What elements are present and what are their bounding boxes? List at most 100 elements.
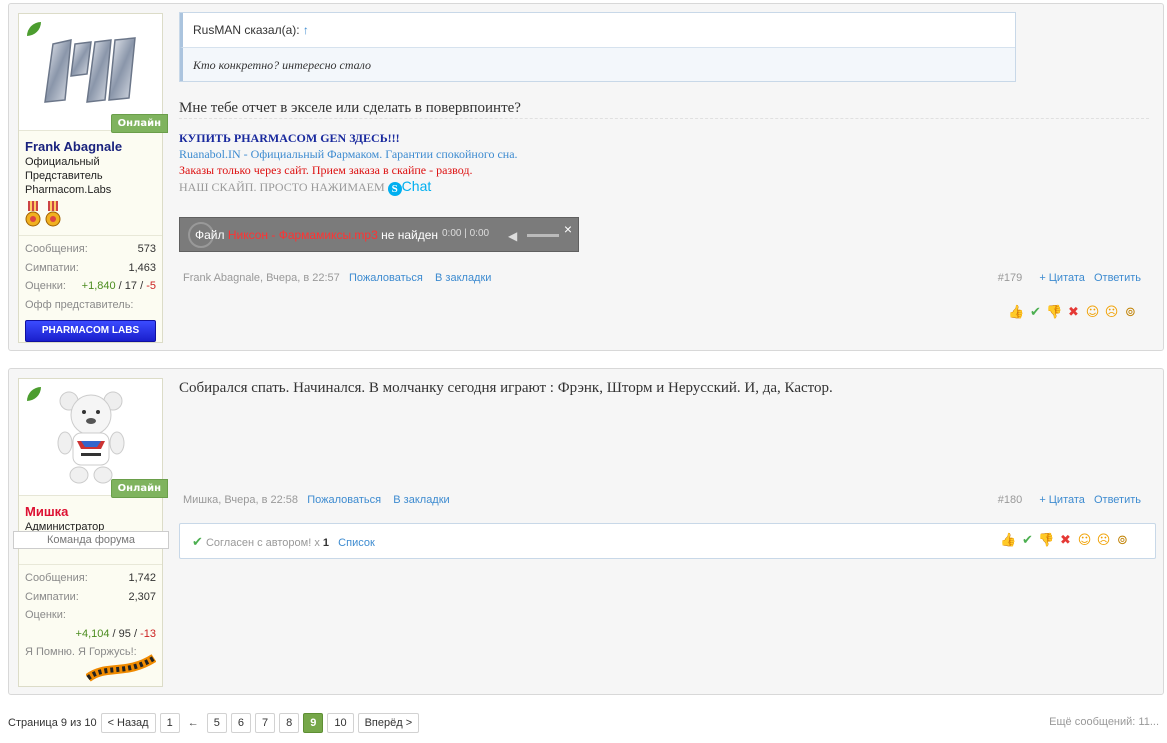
page-link[interactable]: 7 — [254, 713, 276, 733]
sad-icon[interactable]: ☹ — [1103, 304, 1120, 321]
rating-positive: +1,840 — [81, 280, 116, 292]
audio-player[interactable]: Файл Никсон - Фармамиксы.mp3 не найден 0… — [179, 217, 579, 252]
page-jump-icon[interactable]: ← — [184, 717, 203, 729]
online-badge: Онлайн — [110, 479, 168, 498]
user-stats: Сообщения: 573 Симпатии: 1,463 Оценки: +1,… — [19, 235, 162, 314]
reply-button[interactable]: Ответить — [1094, 272, 1141, 284]
corner-icon — [27, 22, 41, 36]
stat-label: Сообщения: — [25, 572, 88, 584]
signature-divider — [179, 118, 1149, 119]
post-number-link[interactable]: #179 — [998, 272, 1022, 284]
skype-icon[interactable]: S — [387, 182, 402, 196]
medals — [19, 197, 162, 229]
post-179: Онлайн Frank Abagnale Официальный Предст… — [8, 3, 1164, 351]
player-filename: Никсон - Фармамиксы.mp3 — [227, 228, 378, 242]
check-icon[interactable]: ✔ — [1027, 304, 1044, 321]
username[interactable]: Frank Abagnale — [19, 131, 162, 154]
likes-list-link[interactable]: Список — [338, 537, 375, 549]
quote-header: RusMAN сказал(а): ↑ — [180, 13, 1015, 47]
signature-buy-link[interactable]: КУПИТЬ PHARMACOM GEN ЗДЕСЬ!!! — [179, 130, 518, 146]
bookmark-link[interactable]: В закладки — [393, 494, 449, 506]
medal-rate-icon[interactable]: ⊚ — [1122, 304, 1139, 321]
stat-label: Оценки: — [25, 609, 66, 621]
message-text: Мне тебе отчет в экселе или сделать в по… — [179, 100, 521, 116]
prev-page-button[interactable]: < Назад — [100, 713, 156, 733]
avatar[interactable]: Онлайн — [19, 379, 168, 498]
bookmark-link[interactable]: В закладки — [435, 272, 491, 284]
message-area: RusMAN сказал(а): ↑ Кто конкретно? интер… — [179, 4, 1153, 350]
cross-icon[interactable]: ✖ — [1065, 304, 1082, 321]
quote-jump-link[interactable]: ↑ — [303, 23, 309, 37]
signature-warning: Заказы только через сайт. Прием заказа в… — [179, 163, 473, 177]
page-link[interactable]: 1 — [159, 713, 180, 733]
pharmacom-logo-icon — [44, 37, 136, 103]
quote-block: RusMAN сказал(а): ↑ Кто конкретно? интер… — [179, 12, 1016, 82]
smile-icon[interactable]: ☺ — [1084, 304, 1101, 321]
stat-ratings: +1,840 / 17 / -5 — [81, 280, 156, 292]
reply-button[interactable]: Ответить — [1094, 494, 1141, 506]
page-link[interactable]: 6 — [230, 713, 251, 733]
st-george-ribbon-icon — [86, 654, 156, 682]
report-link[interactable]: Пожаловаться — [349, 272, 423, 284]
rating-positive: +4,104 — [75, 627, 110, 640]
post-actions: #179 + Цитата Ответить — [998, 272, 1141, 284]
close-icon[interactable]: × — [564, 221, 572, 237]
user-stats: Сообщения: 1,742 Симпатии: 2,307 Оценки: +… — [19, 564, 162, 662]
report-link[interactable]: Пожаловаться — [307, 494, 381, 506]
page-link[interactable]: 8 — [279, 713, 300, 733]
stat-ratings: +4,104 / 95 / -13 — [75, 627, 156, 640]
player-duration: 0:00 — [469, 228, 490, 239]
teddy-bear-icon — [57, 391, 125, 484]
pharmacom-labs-badge: PHARMACOM LABS — [25, 320, 156, 342]
quote-button[interactable]: + Цитата — [1039, 272, 1085, 284]
player-times: 0:00 | 0:00 — [442, 228, 490, 239]
volume-icon[interactable]: ◀ — [508, 229, 517, 243]
player-error-suffix: не найден — [381, 228, 439, 242]
smile-icon[interactable]: ☺ — [1076, 532, 1093, 549]
user-title-line: Официальный — [25, 156, 100, 168]
check-icon[interactable]: ✔ — [1019, 532, 1036, 549]
stat-messages[interactable]: 573 — [138, 240, 156, 259]
more-messages-link[interactable]: Ещё сообщений: 11... — [1049, 716, 1159, 728]
stat-label: Оценки: — [25, 280, 66, 292]
stat-messages[interactable]: 1,742 — [128, 569, 156, 588]
quote-button[interactable]: + Цитата — [1039, 494, 1085, 506]
medal-rate-icon[interactable]: ⊚ — [1114, 532, 1131, 549]
quote-author: RusMAN сказал(а): — [193, 23, 300, 37]
username[interactable]: Мишка — [19, 496, 162, 519]
stat-likes: 1,463 — [128, 261, 156, 274]
post-author-time[interactable]: Frank Abagnale, Вчера, в 22:57 — [183, 272, 340, 284]
pagination: Страница 9 из 10 < Назад 1 ← 5 6 7 8 9 1… — [8, 713, 420, 733]
user-title: Официальный Представитель Pharmacom.Labs — [19, 154, 162, 197]
post-number-link[interactable]: #180 — [998, 494, 1022, 506]
rating-buttons: 👍 ✔ 👎 ✖ ☺ ☹ ⊚ — [1008, 304, 1139, 321]
cross-icon[interactable]: ✖ — [1057, 532, 1074, 549]
page-label: Страница 9 из 10 — [8, 717, 97, 729]
player-error-prefix: Файл — [195, 228, 225, 242]
next-page-button[interactable]: Вперёд > — [357, 713, 420, 733]
post-180: Онлайн Мишка Администратор Команда форум… — [8, 368, 1164, 695]
signature: КУПИТЬ PHARMACOM GEN ЗДЕСЬ!!! Ruanabol.I… — [179, 130, 518, 196]
post-author-time[interactable]: Мишка, Вчера, в 22:58 — [183, 494, 298, 506]
sad-icon[interactable]: ☹ — [1095, 532, 1112, 549]
user-title-line: Представитель — [25, 170, 103, 182]
post-actions: #180 + Цитата Ответить — [998, 494, 1141, 506]
post-meta: Мишка, Вчера, в 22:58 Пожаловаться В зак… — [183, 494, 450, 506]
likes-times: x — [314, 537, 320, 549]
thumbs-down-icon[interactable]: 👎 — [1038, 532, 1055, 549]
rating-negative: -13 — [140, 627, 156, 640]
volume-slider[interactable] — [527, 234, 559, 237]
player-error: Файл Никсон - Фармамиксы.mp3 не найден — [195, 228, 438, 242]
avatar[interactable]: Онлайн — [19, 14, 168, 133]
stat-label: Офф представитель: — [25, 298, 134, 311]
skype-chat-link[interactable]: Chat — [402, 178, 432, 194]
post-meta: Frank Abagnale, Вчера, в 22:57 Пожаловат… — [183, 272, 491, 284]
page-link[interactable]: 10 — [327, 713, 354, 733]
user-info: Онлайн Frank Abagnale Официальный Предст… — [18, 13, 168, 343]
check-icon: ✔ — [192, 534, 203, 549]
thumbs-up-icon[interactable]: 👍 — [1008, 304, 1025, 321]
thumbs-up-icon[interactable]: 👍 — [1000, 532, 1017, 549]
signature-site-link[interactable]: Ruanabol.IN - Официальный Фармаком. Гара… — [179, 146, 518, 162]
page-link[interactable]: 5 — [206, 713, 227, 733]
thumbs-down-icon[interactable]: 👎 — [1046, 304, 1063, 321]
